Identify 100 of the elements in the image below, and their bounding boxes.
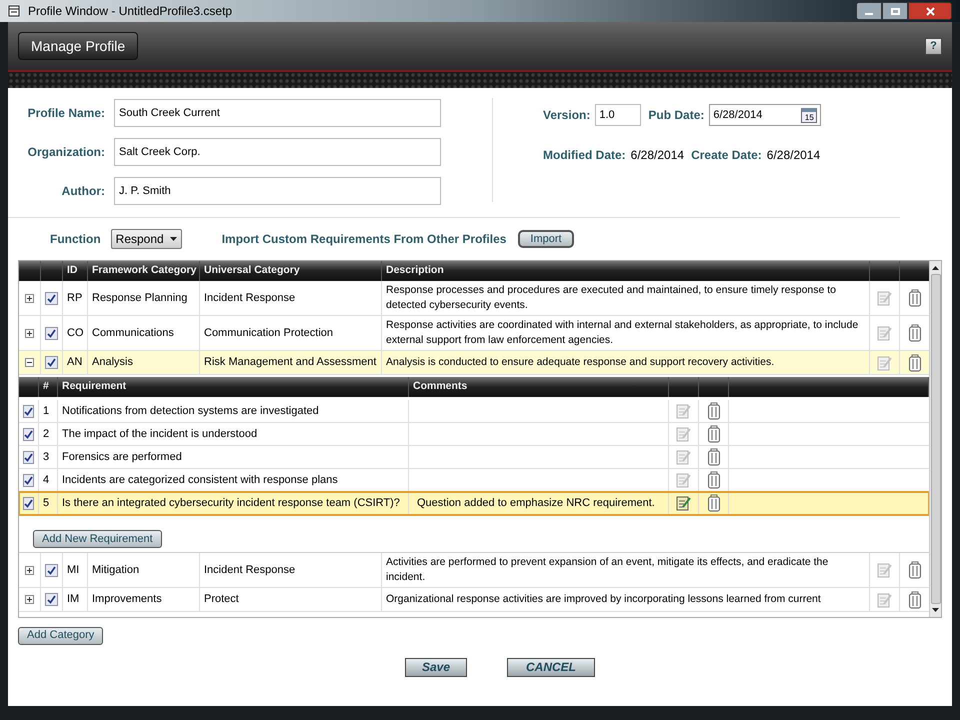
edit-icon[interactable] (676, 495, 692, 511)
text-field[interactable]: J. P. Smith (114, 177, 441, 205)
expand-icon[interactable] (25, 595, 34, 604)
scroll-thumb[interactable] (930, 274, 940, 604)
header-cell (19, 261, 41, 281)
add-requirement-button[interactable]: Add New Requirement (33, 530, 162, 548)
function-label: Function (50, 231, 101, 248)
checkbox[interactable] (45, 593, 58, 606)
checkbox[interactable] (23, 428, 34, 440)
trash-icon[interactable] (908, 590, 922, 608)
maximize-button[interactable] (882, 2, 908, 20)
table-cell-text: RP (67, 290, 82, 306)
column-header: Requirement (58, 377, 409, 397)
header-cell (900, 261, 931, 281)
checkbox[interactable] (45, 326, 58, 340)
text-field[interactable]: Salt Creek Corp. (114, 138, 441, 166)
create-date-label: Create Date: (691, 147, 762, 164)
table-cell-text: The impact of the incident is understood (62, 426, 258, 442)
import-label: Import Custom Requirements From Other Profiles (222, 231, 506, 248)
table-cell-text: AN (67, 355, 82, 370)
field-label: Profile Name: (26, 105, 106, 122)
trash-icon[interactable] (908, 354, 922, 372)
close-button[interactable] (908, 2, 952, 20)
expand-icon[interactable] (25, 294, 34, 302)
table-cell-text: 2 (43, 426, 50, 442)
trash-icon[interactable] (706, 448, 720, 466)
checkbox[interactable] (23, 474, 34, 486)
table-cell-text: Incident Response (204, 290, 296, 306)
header-cell (19, 377, 39, 397)
table-cell-text: Risk Management and Assessment (204, 355, 376, 370)
minimize-button[interactable] (856, 2, 882, 20)
add-category-button[interactable]: Add Category (18, 626, 104, 644)
caret-icon (170, 237, 177, 241)
scroll-up-icon[interactable] (932, 266, 939, 270)
table-cell-text: 4 (43, 472, 50, 488)
checkbox[interactable] (23, 450, 34, 464)
table-cell-text: Analysis (92, 355, 133, 370)
expand-icon[interactable] (25, 328, 34, 338)
table-cell-text: 5 (43, 496, 50, 511)
table-cell-text: Is there an integrated cybersecurity incident response team (CSIRT)? (62, 496, 400, 511)
table-cell: Analysis is conducted to ensure adequate response and support recovery activities. (386, 355, 774, 370)
table-cell-text: IM (67, 592, 80, 608)
function-dropdown[interactable]: Respond (110, 229, 182, 249)
checkbox[interactable] (45, 564, 58, 576)
version-label: Version: (543, 107, 590, 124)
table-cell-text: Response activities are coordinated with internal and external stakeholders, as appropriate, to include external support from law enforcement agencies. (386, 318, 860, 348)
table-cell-text: Incident Response (204, 562, 296, 578)
table-cell: Organizational response activities are improved by incorporating lessons learned from current (386, 592, 821, 607)
expand-icon[interactable] (25, 566, 34, 574)
trash-icon[interactable] (706, 425, 720, 443)
table-cell-text: 1 (43, 404, 50, 419)
cancel-button[interactable]: CANCEL (507, 658, 596, 676)
table-cell-text: Communications (92, 326, 174, 341)
date-field[interactable]: 6/28/2014 15 (709, 104, 822, 126)
trash-icon[interactable] (908, 561, 922, 579)
create-date-value: 6/28/2014 (766, 147, 820, 164)
column-header: Comments (409, 377, 669, 397)
checkbox[interactable] (45, 292, 58, 304)
checkbox[interactable] (23, 496, 34, 510)
field-label: Author: (60, 183, 106, 200)
text-field[interactable]: South Creek Current (114, 99, 441, 127)
column-header: Description (382, 261, 870, 281)
manage-profile-button[interactable]: Manage Profile (18, 32, 138, 60)
table-cell-text: Improvements (92, 592, 162, 608)
save-button[interactable]: Save (404, 658, 468, 676)
table-cell-text: Mitigation (92, 562, 140, 578)
checkbox[interactable] (45, 356, 58, 369)
column-header: # (39, 377, 58, 397)
header-cell (870, 261, 900, 281)
table-cell-text: Communication Protection (204, 326, 334, 341)
table-cell-text: Protect (204, 592, 239, 608)
calendar-icon[interactable]: 15 (801, 108, 818, 122)
checkbox[interactable] (23, 404, 34, 418)
close-icon (926, 6, 934, 16)
version-field[interactable]: 1.0 (595, 104, 642, 126)
trash-icon[interactable] (706, 494, 720, 512)
table-cell-text: Notifications from detection systems are investigated (62, 404, 319, 419)
help-button[interactable]: ? (925, 38, 942, 54)
table-cell-text: CO (67, 326, 84, 341)
column-header: Universal Category (200, 261, 382, 281)
table-cell-text: MI (67, 562, 80, 578)
table-cell-text: Incidents are categorized consistent with response plans (62, 472, 338, 488)
table-cell-text: Activities are performed to prevent expansion of an event, mitigate its effects, and eradicate the incident. (386, 555, 830, 585)
trash-icon[interactable] (706, 471, 720, 489)
trash-icon[interactable] (908, 289, 922, 307)
modified-date-label: Modified Date: (543, 147, 626, 164)
trash-icon[interactable] (706, 402, 720, 420)
table-cell-text: 3 (43, 450, 50, 465)
header-cell (699, 377, 729, 397)
trash-icon[interactable] (908, 324, 922, 342)
header-cell (41, 261, 63, 281)
import-button[interactable]: Import (518, 230, 574, 248)
table-cell-text: Response Planning (92, 290, 188, 306)
collapse-icon[interactable] (25, 358, 34, 367)
table-cell-text: Response processes and procedures are executed and maintained, to ensure timely response to detected cybersecurity events. (386, 283, 838, 313)
window-icon (8, 5, 20, 17)
header-cell (669, 377, 699, 397)
scroll-down-icon[interactable] (932, 608, 939, 612)
modified-date-value: 6/28/2014 (630, 147, 684, 164)
field-label: Organization: (26, 144, 106, 161)
